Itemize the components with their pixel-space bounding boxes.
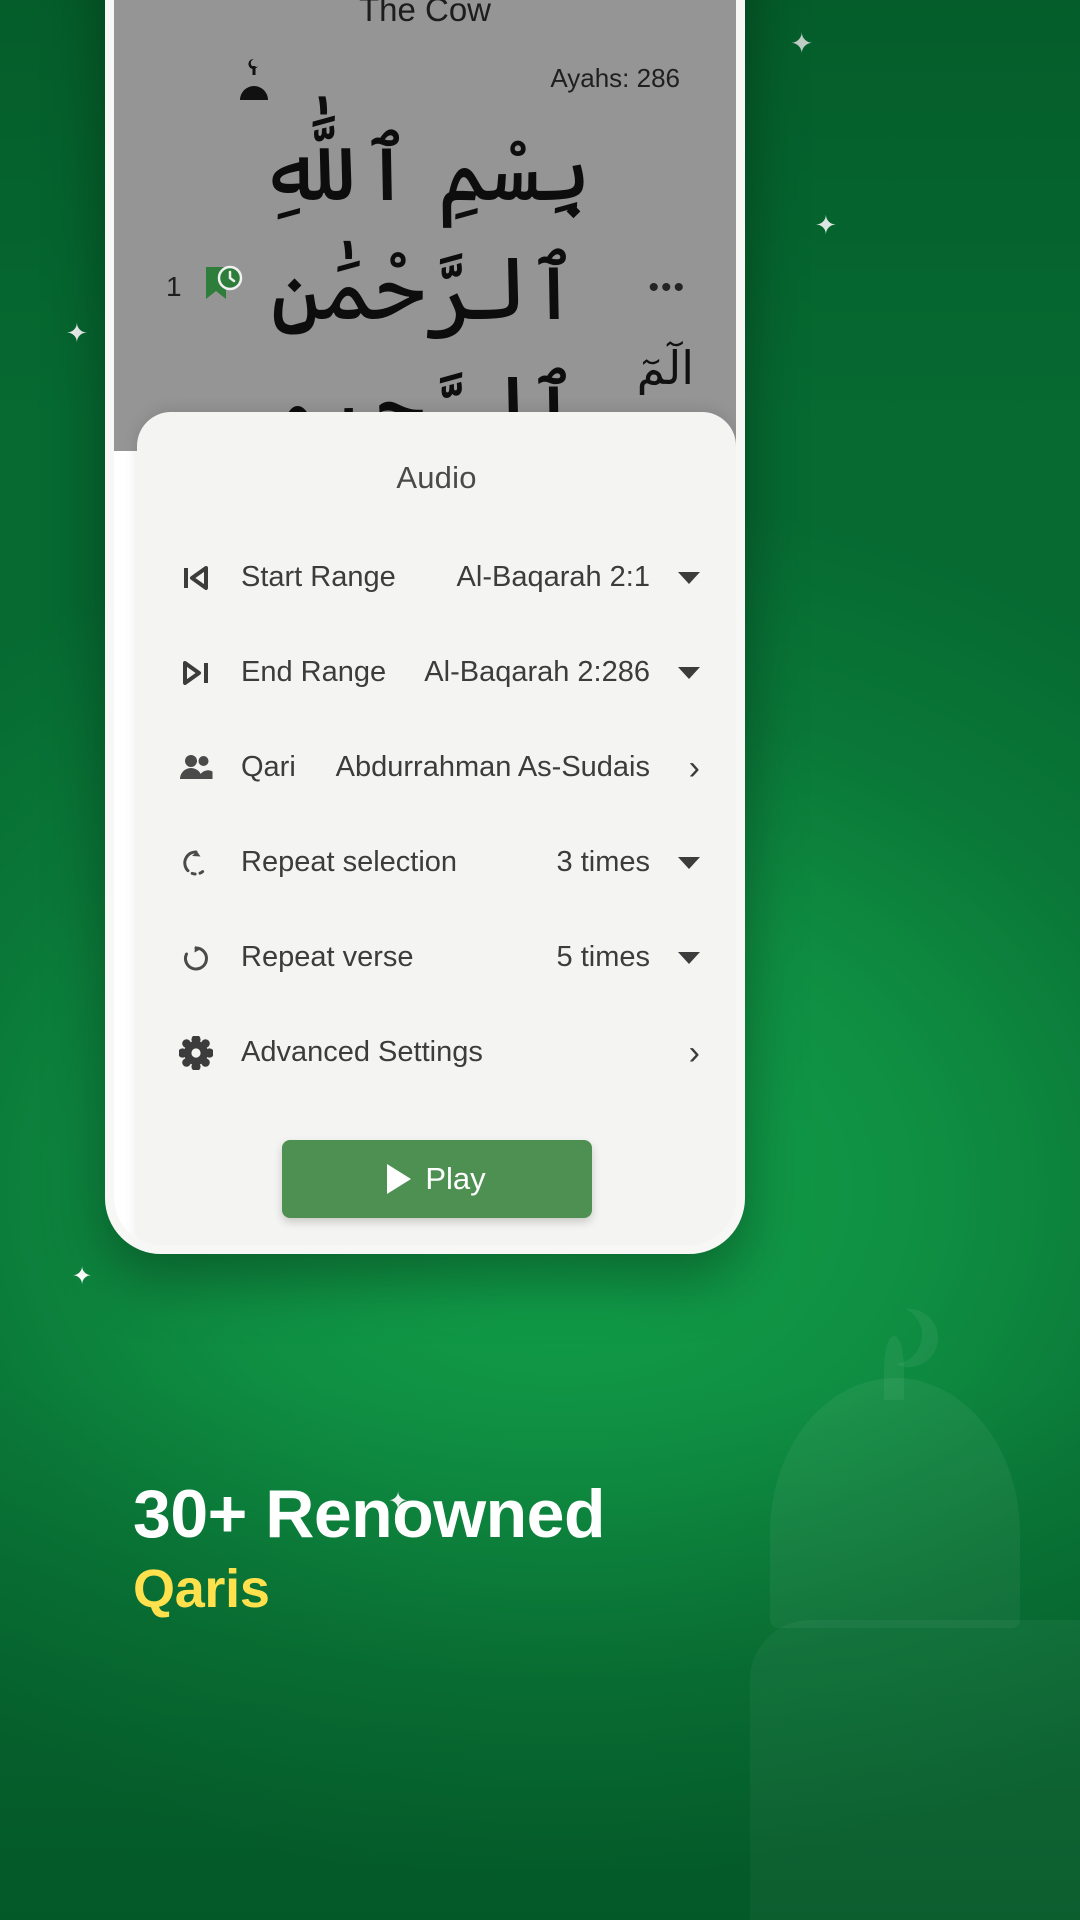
play-button-container: Play	[137, 1140, 736, 1218]
row-advanced-settings[interactable]: Advanced Settings ›	[137, 1005, 736, 1100]
ayah-number: 1	[166, 271, 182, 302]
chevron-down-icon[interactable]	[662, 571, 700, 584]
sparkle-icon: ✦	[72, 1263, 93, 1290]
verse-overflow-menu[interactable]: •••	[648, 271, 686, 305]
mosque-base-decoration	[750, 1620, 1080, 1920]
sparkle-icon: ✦	[790, 28, 814, 59]
row-value: 3 times	[556, 846, 650, 878]
chevron-right-icon[interactable]: ›	[662, 1036, 700, 1070]
ayah-count-label: Ayahs: 286	[550, 63, 680, 93]
row-value: Abdurrahman As-Sudais	[335, 751, 650, 783]
row-label: Advanced Settings	[241, 1036, 483, 1068]
sparkle-icon: ✦	[815, 210, 837, 240]
phone-volume-button[interactable]	[737, 173, 745, 265]
play-button-label: Play	[425, 1161, 486, 1196]
row-repeat-verse[interactable]: Repeat verse 5 times	[137, 910, 736, 1005]
chevron-right-icon[interactable]: ›	[662, 751, 700, 785]
row-label: Qari	[241, 751, 296, 783]
mosque-crescent-decoration	[864, 1306, 922, 1364]
skip-next-icon	[173, 650, 219, 696]
mosque-icon	[234, 56, 276, 109]
row-value: Al-Baqarah 2:1	[456, 561, 650, 593]
row-start-range[interactable]: Start Range Al-Baqarah 2:1	[137, 530, 736, 625]
chevron-down-icon[interactable]	[662, 951, 700, 964]
chevron-down-icon[interactable]	[662, 856, 700, 869]
people-icon	[173, 745, 219, 791]
row-end-range[interactable]: End Range Al-Baqarah 2:286	[137, 625, 736, 720]
phone-power-button[interactable]	[737, 339, 745, 469]
gear-icon	[173, 1030, 219, 1076]
sparkle-icon: ✦	[66, 318, 88, 348]
audio-settings-list: Start Range Al-Baqarah 2:1 End Range Al-…	[137, 530, 736, 1100]
bookmark-clock-icon[interactable]	[200, 263, 248, 314]
phone-mockup: The Cow Ayahs: 286 بِسْمِ ٱللَّٰهِ ٱلرَّ…	[105, 0, 745, 1254]
row-label: Repeat selection	[241, 846, 458, 878]
row-label: Repeat verse	[241, 941, 414, 973]
repeat-dashed-icon	[173, 840, 219, 886]
row-label: Start Range	[241, 561, 396, 593]
phone-screen: The Cow Ayahs: 286 بِسْمِ ٱللَّٰهِ ٱلرَّ…	[114, 0, 736, 1245]
rotate-left-icon	[173, 935, 219, 981]
verse-arabic-text: الٓمٓ	[636, 342, 694, 394]
sheet-title: Audio	[396, 460, 477, 495]
mosque-dome-decoration	[770, 1378, 1020, 1628]
row-label: End Range	[241, 656, 387, 688]
promo-headline: 30+ Renowned	[133, 1475, 606, 1552]
promo-copy: 30+ Renowned Qaris	[133, 1475, 606, 1620]
play-button[interactable]: Play	[281, 1140, 592, 1218]
chevron-down-icon[interactable]	[662, 666, 700, 679]
mosque-spire-decoration	[884, 1336, 904, 1400]
audio-bottom-sheet: Audio Start Range Al-Baqarah 2:1 End Ran…	[137, 412, 736, 1245]
play-icon	[387, 1164, 412, 1194]
row-qari[interactable]: Qari Abdurrahman As-Sudais ›	[137, 720, 736, 815]
row-value: 5 times	[556, 941, 650, 973]
skip-previous-icon	[173, 555, 219, 601]
row-value: Al-Baqarah 2:286	[424, 656, 650, 688]
surah-title: The Cow	[358, 0, 492, 28]
row-repeat-selection[interactable]: Repeat selection 3 times	[137, 815, 736, 910]
promo-subline: Qaris	[133, 1559, 270, 1619]
